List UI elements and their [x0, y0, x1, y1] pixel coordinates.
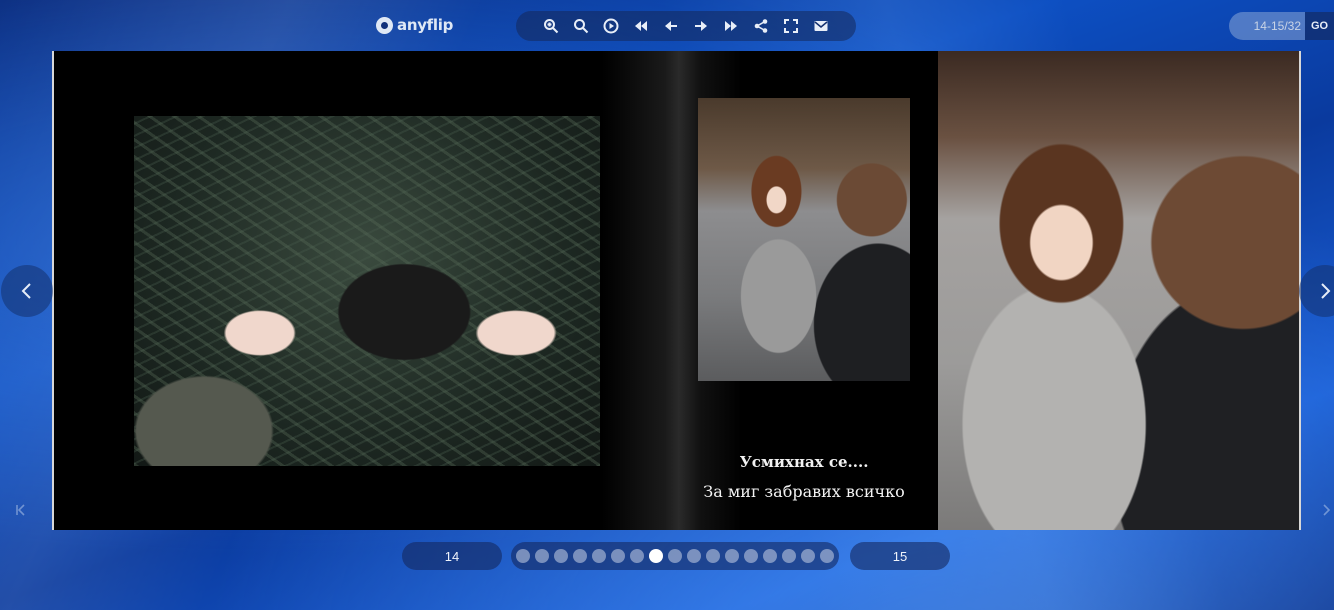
search-icon[interactable] [571, 16, 591, 36]
first-page-button[interactable] [12, 500, 30, 520]
anyflip-logo[interactable]: anyflip [376, 14, 453, 36]
page-dot[interactable] [820, 549, 834, 563]
page-dot[interactable] [687, 549, 701, 563]
page-dot[interactable] [706, 549, 720, 563]
previous-page-icon[interactable] [661, 16, 681, 36]
fullscreen-icon[interactable] [781, 16, 801, 36]
page-dot[interactable] [516, 549, 530, 563]
page-dot[interactable] [668, 549, 682, 563]
photo-hands-holding-mask [134, 116, 600, 466]
share-icon[interactable] [751, 16, 771, 36]
toolbar [516, 11, 856, 41]
logo-mark-icon [376, 16, 393, 34]
chevron-left-icon [21, 283, 31, 299]
page-dot[interactable] [782, 549, 796, 563]
caption-line-1: Усмихнах се.... [739, 453, 869, 471]
chevron-right-small-icon [1323, 504, 1331, 516]
first-page-edge-icon [16, 504, 25, 516]
bottom-bar: 14 15 [0, 538, 1334, 574]
page-dot[interactable] [592, 549, 606, 563]
page-dot[interactable] [725, 549, 739, 563]
zoom-in-icon[interactable] [541, 16, 561, 36]
page-dot[interactable] [630, 549, 644, 563]
next-edge-button[interactable] [1318, 500, 1334, 520]
next-page-icon[interactable] [691, 16, 711, 36]
autoplay-icon[interactable] [601, 16, 621, 36]
left-page-number[interactable]: 14 [402, 542, 502, 570]
next-page-button[interactable] [1299, 265, 1334, 317]
top-bar: anyflip 14-15/32 GO [0, 0, 1334, 50]
page-dot[interactable] [763, 549, 777, 563]
page-dots [511, 542, 839, 570]
page-dot[interactable] [744, 549, 758, 563]
page-number-input[interactable]: 14-15/32 [1229, 12, 1305, 40]
photo-couple-small [698, 98, 910, 381]
first-page-icon[interactable] [631, 16, 651, 36]
page-dot[interactable] [801, 549, 815, 563]
logo-text: anyflip [397, 16, 454, 34]
email-icon[interactable] [811, 16, 831, 36]
chevron-right-icon [1321, 283, 1331, 299]
photo-couple-large [938, 51, 1299, 530]
page-dot[interactable] [554, 549, 568, 563]
previous-page-button[interactable] [1, 265, 53, 317]
caption-line-2: За миг забравих всичко [703, 482, 905, 501]
right-page-number[interactable]: 15 [850, 542, 950, 570]
go-button[interactable]: GO [1305, 12, 1334, 40]
page-dot[interactable] [649, 549, 663, 563]
last-page-icon[interactable] [721, 16, 741, 36]
page-dot[interactable] [611, 549, 625, 563]
page-jump: 14-15/32 GO [1229, 12, 1334, 40]
page-dot[interactable] [535, 549, 549, 563]
page-dot[interactable] [573, 549, 587, 563]
flipbook-spread[interactable]: Усмихнах се.... За миг забравих всичко [52, 51, 1301, 530]
